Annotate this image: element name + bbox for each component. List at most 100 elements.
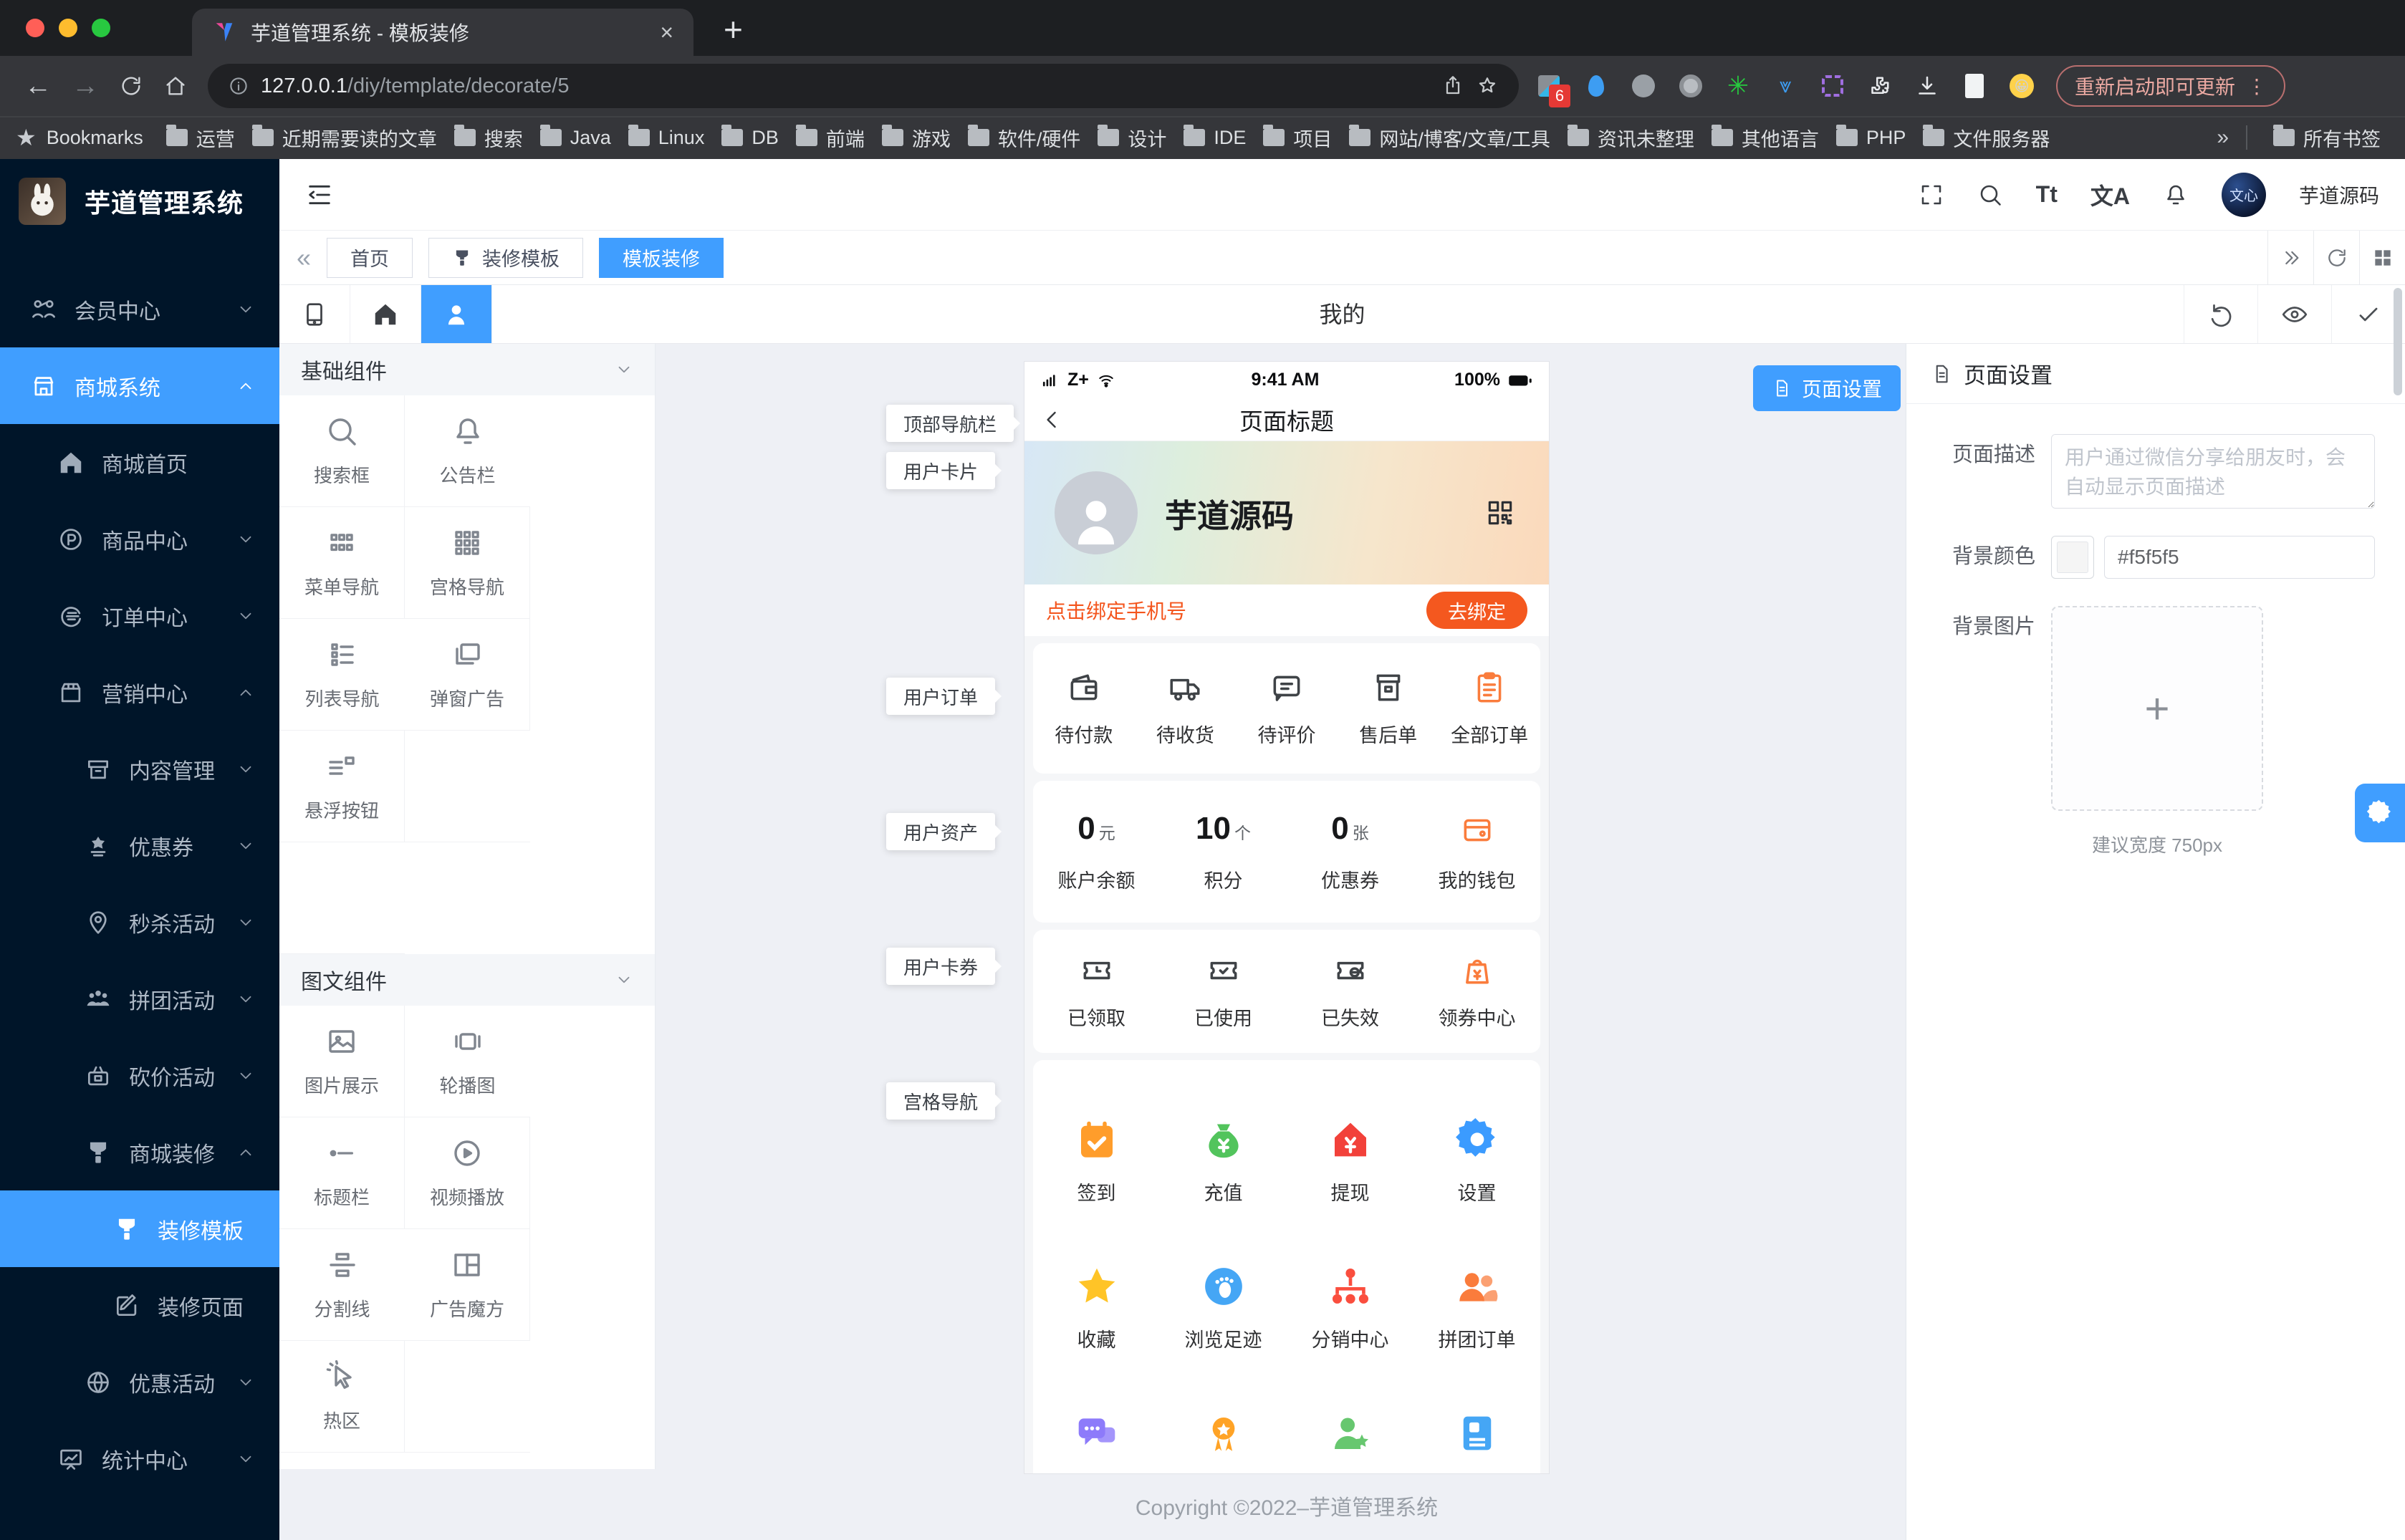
user-name[interactable]: 芋道源码 xyxy=(2299,181,2379,209)
extension-frame-icon[interactable] xyxy=(1818,72,1847,100)
grid-nav-entry[interactable]: 浏览足迹 xyxy=(1160,1263,1287,1410)
component-item[interactable] xyxy=(279,1453,405,1469)
tabs-scroll-left-icon[interactable]: « xyxy=(297,243,311,273)
bookmark-folder[interactable]: DB xyxy=(713,127,787,149)
font-size-icon[interactable]: Tt xyxy=(2036,181,2058,208)
bookmarks-overflow-icon[interactable]: » xyxy=(2217,125,2229,150)
tag-user-coupons[interactable]: 用户卡券 xyxy=(886,948,995,985)
sidebar-item[interactable]: 拼团活动 xyxy=(0,961,279,1037)
bookmark-folder[interactable]: Java xyxy=(532,127,620,149)
grid-nav-entry[interactable] xyxy=(1160,1410,1287,1473)
grid-nav-entry[interactable] xyxy=(1413,1410,1540,1473)
tag-user-card[interactable]: 用户卡片 xyxy=(886,452,995,489)
component-item[interactable] xyxy=(405,1341,530,1453)
panel-section-header[interactable]: 图文组件 xyxy=(279,954,655,1006)
component-item[interactable]: 公告栏 xyxy=(405,395,530,507)
browser-home-icon[interactable] xyxy=(163,74,188,98)
component-item[interactable]: 热区 xyxy=(279,1341,405,1453)
sidebar-item[interactable]: 砍价活动 xyxy=(0,1037,279,1114)
component-item[interactable]: 图片展示 xyxy=(279,1006,405,1117)
refresh-tab-icon[interactable] xyxy=(2313,231,2359,284)
grid-nav-entry[interactable] xyxy=(1287,1410,1413,1473)
tag-grid-nav[interactable]: 宫格导航 xyxy=(886,1082,995,1120)
bookmark-folder[interactable]: 前端 xyxy=(787,124,873,152)
grid-nav-entry[interactable]: 分销中心 xyxy=(1287,1263,1413,1410)
scrollbar-thumb[interactable] xyxy=(2394,288,2402,395)
panel-section-header[interactable]: 基础组件 xyxy=(279,344,655,395)
sidebar-item[interactable]: 商城装修 xyxy=(0,1114,279,1190)
downloads-icon[interactable] xyxy=(1913,72,1941,100)
extension-panel-icon[interactable] xyxy=(1960,72,1989,100)
user-avatar[interactable]: 文心 xyxy=(2222,173,2266,217)
new-tab-button[interactable]: + xyxy=(724,10,743,49)
bookmark-folder[interactable]: 搜索 xyxy=(446,124,532,152)
component-item[interactable] xyxy=(279,842,405,954)
grid-nav-entry[interactable]: 拼团订单 xyxy=(1413,1263,1540,1410)
sidebar-item[interactable]: 秒杀活动 xyxy=(0,884,279,961)
order-entry[interactable]: 全部订单 xyxy=(1439,670,1540,748)
sidebar-item[interactable]: 营销中心 xyxy=(0,654,279,731)
go-bind-button[interactable]: 去绑定 xyxy=(1426,592,1527,629)
asset-entry[interactable]: 10个 积分 xyxy=(1160,811,1287,893)
template-home-tab-icon[interactable] xyxy=(350,285,421,343)
notifications-bell-icon[interactable] xyxy=(2163,182,2189,208)
share-icon[interactable] xyxy=(1441,74,1464,97)
translate-icon[interactable]: 文A xyxy=(2090,178,2130,211)
component-item[interactable]: 菜单导航 xyxy=(279,507,405,619)
tab-close-icon[interactable]: × xyxy=(660,19,673,46)
relaunch-update-button[interactable]: 重新启动即可更新 ⋮ xyxy=(2056,65,2285,107)
component-item[interactable]: 分割线 xyxy=(279,1229,405,1341)
maximize-window-button[interactable] xyxy=(92,19,110,37)
all-bookmarks[interactable]: 所有书签 xyxy=(2265,124,2389,152)
sidebar-item[interactable]: 订单中心 xyxy=(0,577,279,654)
bookmark-folder[interactable]: 游戏 xyxy=(873,124,959,152)
extension-balloon-icon[interactable] xyxy=(1582,72,1610,100)
site-info-icon[interactable] xyxy=(228,75,249,97)
collapse-sidebar-icon[interactable] xyxy=(305,181,334,209)
reload-icon[interactable] xyxy=(119,74,143,98)
grid-nav-entry[interactable] xyxy=(1033,1410,1160,1473)
extension-green-star-icon[interactable]: ✳ xyxy=(1724,72,1752,100)
tag-user-orders[interactable]: 用户订单 xyxy=(886,678,995,715)
component-item[interactable]: 搜索框 xyxy=(279,395,405,507)
back-chevron-icon[interactable] xyxy=(1040,408,1065,432)
coupon-entry[interactable]: 已领取 xyxy=(1033,953,1160,1031)
bind-phone-bar[interactable]: 点击绑定手机号 去绑定 xyxy=(1024,584,1549,636)
sidebar-item[interactable]: 内容管理 xyxy=(0,731,279,807)
extension-globe-icon[interactable] xyxy=(1629,72,1658,100)
extension-tabs-icon[interactable]: 6 xyxy=(1535,72,1563,100)
bg-image-upload[interactable]: + xyxy=(2051,606,2263,811)
sidebar-item[interactable]: 会员中心 xyxy=(0,271,279,347)
coupon-entry[interactable]: 已使用 xyxy=(1160,953,1287,1031)
component-item[interactable]: 广告魔方 xyxy=(405,1229,530,1341)
sidebar-logo[interactable]: 芋道管理系统 xyxy=(0,159,279,244)
sidebar-item[interactable]: 优惠活动 xyxy=(0,1344,279,1420)
reset-icon[interactable] xyxy=(2184,285,2257,343)
page-tab[interactable]: 装修模板 xyxy=(428,238,583,278)
sidebar-item[interactable]: 商城系统 xyxy=(0,347,279,424)
grid-nav-entry[interactable]: 收藏 xyxy=(1033,1263,1160,1410)
forward-icon[interactable]: → xyxy=(72,71,99,102)
window-controls[interactable] xyxy=(26,19,110,37)
phone-navbar[interactable]: 页面标题 xyxy=(1024,398,1549,441)
bookmark-folder[interactable]: IDE xyxy=(1175,127,1254,149)
bookmarks-star-icon[interactable]: ★ xyxy=(16,124,37,151)
page-tab[interactable]: 首页 xyxy=(327,238,413,278)
tabs-scroll-right-icon[interactable] xyxy=(2267,231,2313,284)
component-item[interactable]: 弹窗广告 xyxy=(405,619,530,731)
fullscreen-icon[interactable] xyxy=(1919,182,1944,208)
page-tab[interactable]: 模板装修 xyxy=(599,238,724,278)
bookmark-folder[interactable]: 项目 xyxy=(1254,124,1340,152)
asset-entry[interactable]: 0张 优惠券 xyxy=(1287,811,1413,893)
sidebar-item[interactable]: 装修页面 xyxy=(0,1267,279,1344)
minimize-window-button[interactable] xyxy=(59,19,77,37)
component-item[interactable] xyxy=(405,731,530,842)
sidebar-item[interactable]: 商品中心 xyxy=(0,501,279,577)
preview-eye-icon[interactable] xyxy=(2257,285,2331,343)
qr-code-icon[interactable] xyxy=(1484,497,1516,529)
bookmark-folder[interactable]: 运营 xyxy=(158,124,244,152)
page-settings-button[interactable]: 页面设置 xyxy=(1753,365,1901,411)
browser-menu-dots-icon[interactable]: ⋮ xyxy=(2247,74,2267,98)
settings-gear-button[interactable] xyxy=(2355,784,2405,842)
bookmark-folder[interactable]: 近期需要读的文章 xyxy=(244,124,446,152)
